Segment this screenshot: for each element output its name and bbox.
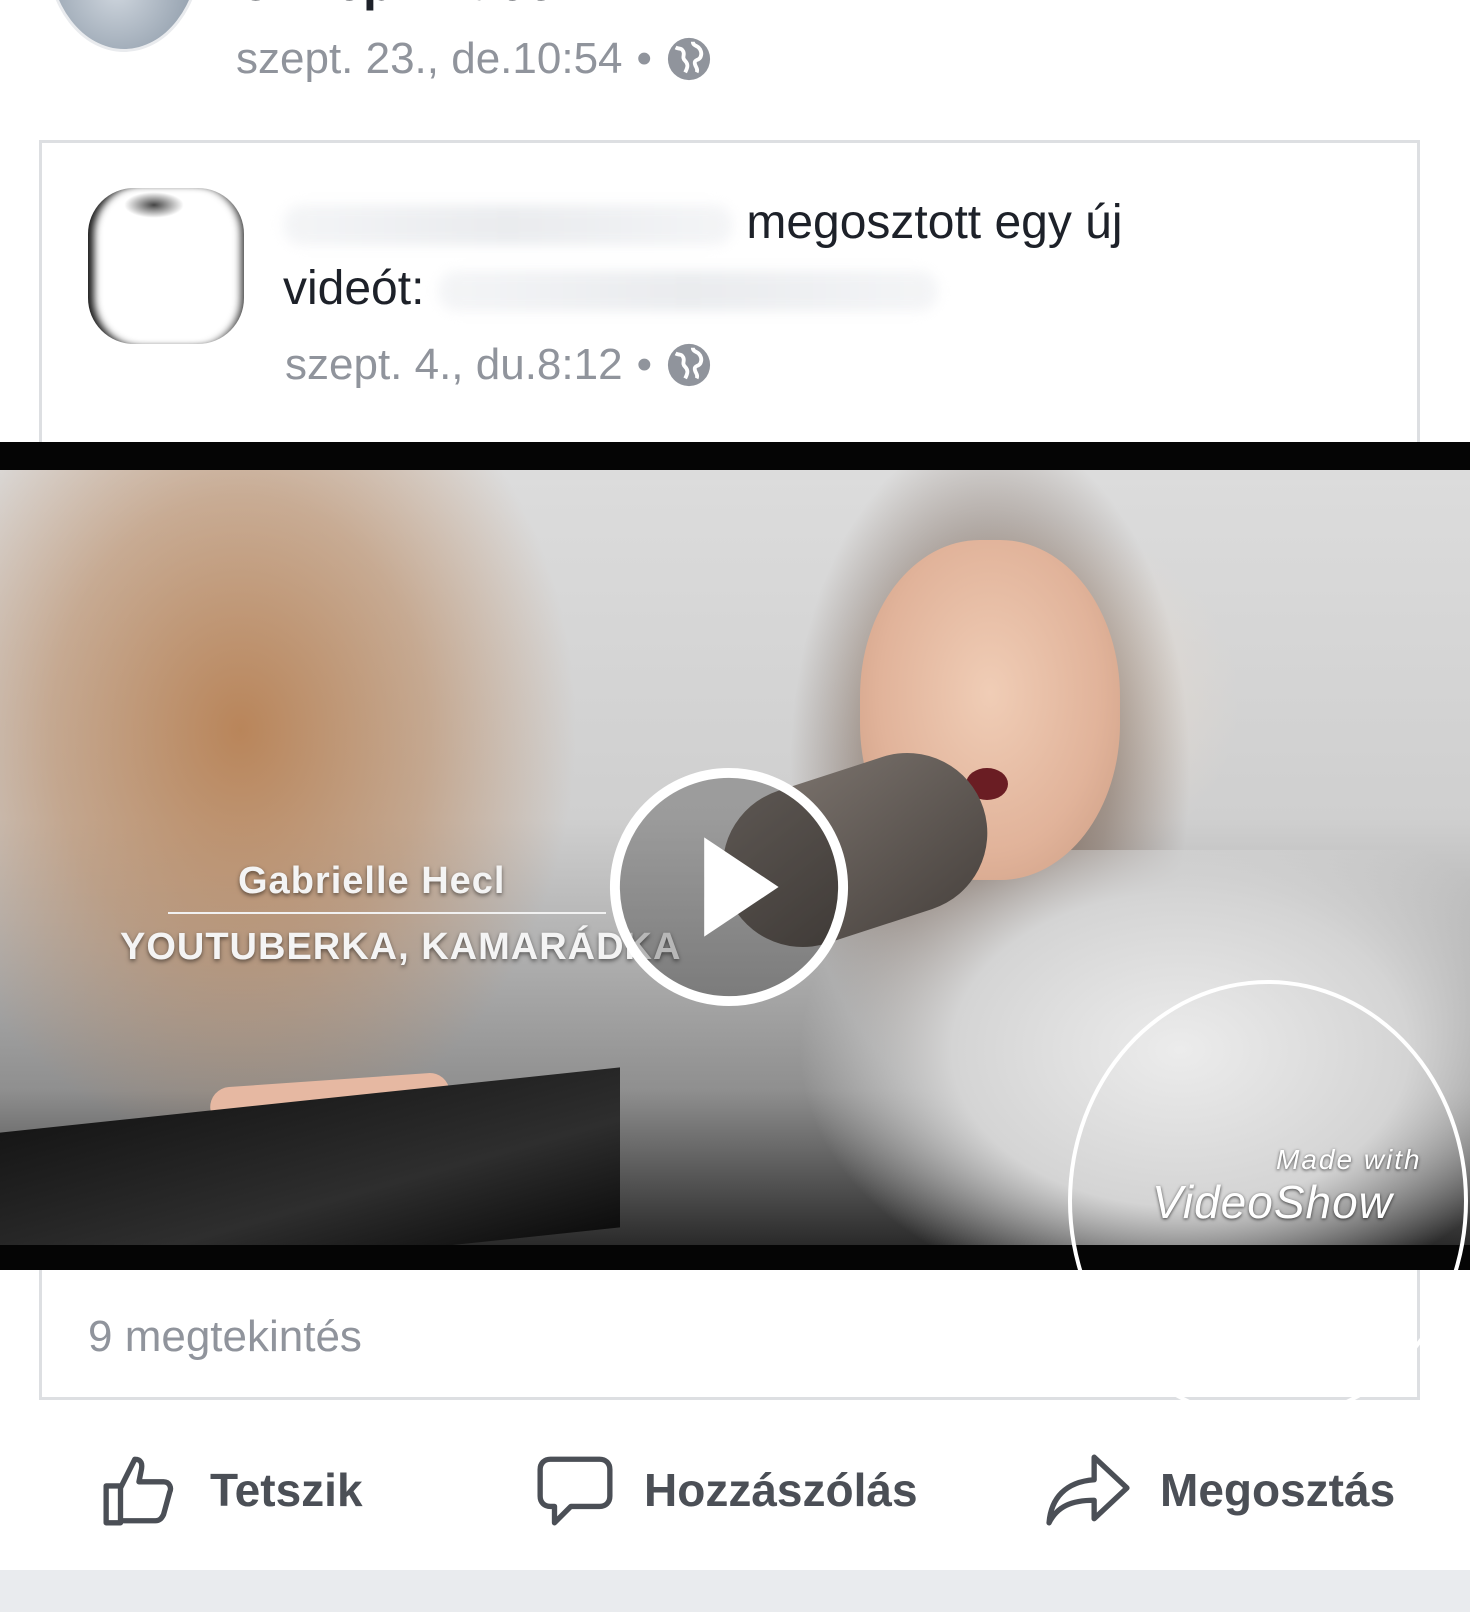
page-avatar[interactable] (46, 0, 202, 52)
meta-separator: • (636, 34, 652, 83)
feed-separator (0, 1570, 1470, 1612)
video-caption-role: YOUTUBERKA, KAMARÁDKA (120, 926, 682, 968)
shared-meta: szept. 4., du.8:12 • (285, 340, 712, 390)
video-frame: Gabrielle Hecl YOUTUBERKA, KAMARÁDKA Mad… (0, 470, 1470, 1245)
globe-icon (667, 37, 711, 81)
comment-icon (537, 1456, 613, 1526)
headline-text-2: videót: (283, 262, 425, 315)
share-icon (1046, 1454, 1130, 1526)
globe-icon (667, 343, 711, 387)
like-icon (103, 1456, 174, 1526)
share-label: Megosztás (1160, 1464, 1396, 1516)
comment-label: Hozzászólás (644, 1464, 918, 1516)
like-button[interactable]: Tetszik (100, 1440, 363, 1540)
redacted-video-title (437, 271, 938, 312)
page-name[interactable]: Ünnepi Videók (238, 0, 584, 12)
headline-text: megosztott egy új (746, 196, 1123, 249)
video-player[interactable]: Gabrielle Hecl YOUTUBERKA, KAMARÁDKA Mad… (0, 442, 1470, 1270)
redacted-author-name (283, 205, 733, 246)
post-timestamp[interactable]: szept. 23., de.10:54 (236, 34, 623, 84)
meta-separator: • (636, 340, 652, 389)
post-meta: szept. 23., de.10:54 • (236, 34, 712, 84)
shared-headline: megosztott egy új videót: (283, 190, 1283, 322)
video-caption-name: Gabrielle Hecl (238, 860, 506, 902)
shared-author-avatar[interactable] (88, 188, 244, 344)
action-bar: Tetszik Hozzászólás Megosztás (0, 1440, 1470, 1540)
watermark-videoshow: VideoShow (1152, 1176, 1393, 1228)
like-label: Tetszik (210, 1464, 363, 1516)
share-button[interactable]: Megosztás (1044, 1440, 1395, 1540)
view-count[interactable]: 9 megtekintés (88, 1312, 362, 1362)
caption-divider (168, 912, 606, 914)
comment-button[interactable]: Hozzászólás (534, 1440, 918, 1540)
shared-timestamp[interactable]: szept. 4., du.8:12 (285, 340, 623, 390)
play-icon[interactable] (605, 763, 853, 1011)
watermark-made-with: Made with (1276, 1144, 1422, 1175)
